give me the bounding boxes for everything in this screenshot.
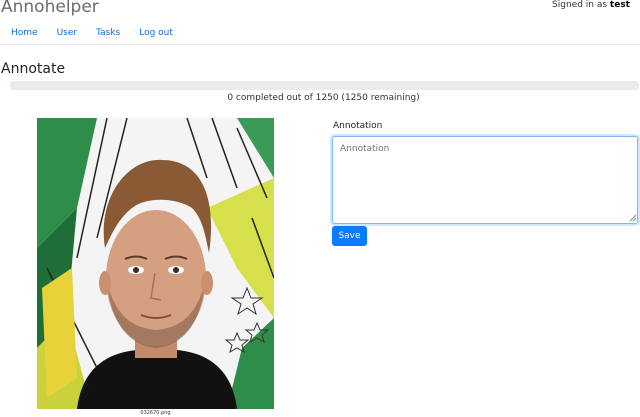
app-brand[interactable]: Annohelper: [1, 0, 99, 17]
annotation-label: Annotation: [333, 121, 383, 131]
page-title: Annotate: [1, 61, 66, 77]
signed-in-prefix: Signed in as: [552, 0, 608, 10]
resize-grip-icon[interactable]: [628, 213, 637, 222]
nav-logout[interactable]: Log out: [139, 28, 173, 38]
image-caption: 032670.png: [140, 410, 171, 416]
nav-tasks[interactable]: Tasks: [96, 28, 120, 38]
save-button[interactable]: Save: [332, 226, 367, 246]
annotation-image: [37, 118, 274, 409]
nav-home[interactable]: Home: [11, 28, 38, 38]
top-nav: Home User Tasks Log out: [11, 28, 192, 38]
username: test: [609, 0, 630, 10]
progress-text: 0 completed out of 1250 (1250 remaining): [227, 93, 420, 103]
nav-divider: [0, 44, 640, 45]
nav-user[interactable]: User: [57, 28, 78, 38]
signed-in-status: Signed in as test: [552, 0, 630, 10]
progress-bar: [10, 81, 639, 90]
annotation-field[interactable]: [332, 136, 638, 224]
